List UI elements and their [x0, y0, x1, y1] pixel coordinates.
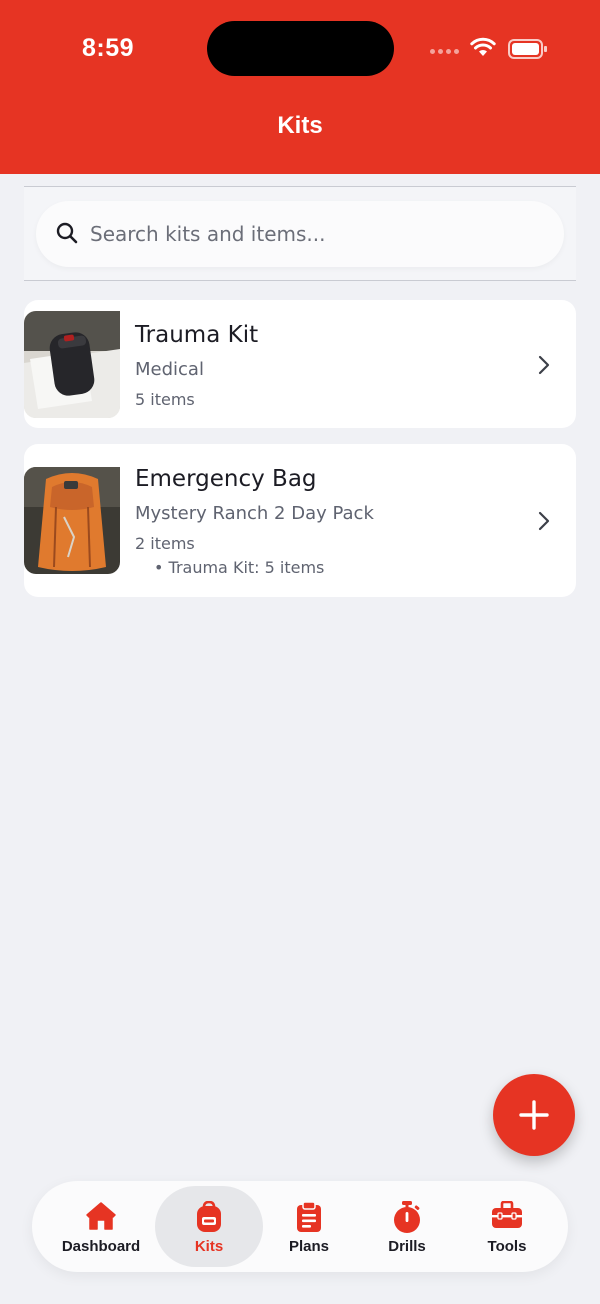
- chevron-right-icon: [538, 355, 550, 375]
- search-bar[interactable]: [36, 201, 564, 267]
- chevron-right-icon: [538, 511, 550, 531]
- tab-label: Tools: [487, 1238, 527, 1255]
- search-section: [24, 186, 576, 281]
- backpack-icon: [197, 1201, 221, 1232]
- tab-kits[interactable]: Kits: [155, 1181, 263, 1272]
- tab-tools[interactable]: Tools: [453, 1181, 561, 1272]
- search-icon: [56, 222, 78, 244]
- nested-kit-summary: • Trauma Kit: 5 items: [154, 558, 325, 577]
- stopwatch-icon: [394, 1201, 420, 1233]
- tab-dashboard[interactable]: Dashboard: [47, 1181, 155, 1272]
- app-header: 8:59 Kits: [0, 0, 600, 174]
- tab-label: Kits: [194, 1238, 224, 1255]
- add-kit-button[interactable]: [493, 1074, 575, 1156]
- bottom-tab-bar: Dashboard Kits Plans Drills Tools: [32, 1181, 568, 1272]
- dynamic-island: [207, 21, 394, 76]
- kit-name: Emergency Bag: [135, 466, 317, 492]
- kit-thumbnail: [24, 467, 120, 574]
- plus-icon: [519, 1100, 549, 1130]
- kit-item-count: 5 items: [135, 390, 195, 409]
- clipboard-icon: [297, 1201, 321, 1232]
- kit-name: Trauma Kit: [135, 322, 259, 348]
- tab-label: Dashboard: [61, 1238, 141, 1255]
- status-time: 8:59: [82, 34, 135, 62]
- search-input[interactable]: [90, 219, 540, 249]
- kit-category: Mystery Ranch 2 Day Pack: [135, 503, 374, 524]
- kit-item-count: 2 items: [135, 534, 195, 553]
- battery-icon: [508, 39, 547, 59]
- kit-card-trauma-kit[interactable]: Trauma Kit Medical 5 items: [24, 300, 576, 428]
- kit-category: Medical: [135, 359, 204, 380]
- tab-plans[interactable]: Plans: [255, 1181, 363, 1272]
- wifi-icon: [470, 37, 496, 56]
- home-icon: [86, 1202, 116, 1230]
- page-title: Kits: [277, 112, 323, 139]
- toolbox-icon: [492, 1201, 522, 1228]
- tab-drills[interactable]: Drills: [353, 1181, 461, 1272]
- kit-card-emergency-bag[interactable]: Emergency Bag Mystery Ranch 2 Day Pack 2…: [24, 444, 576, 597]
- tab-label: Drills: [388, 1238, 426, 1255]
- kit-thumbnail: [24, 311, 120, 418]
- tab-label: Plans: [288, 1238, 330, 1255]
